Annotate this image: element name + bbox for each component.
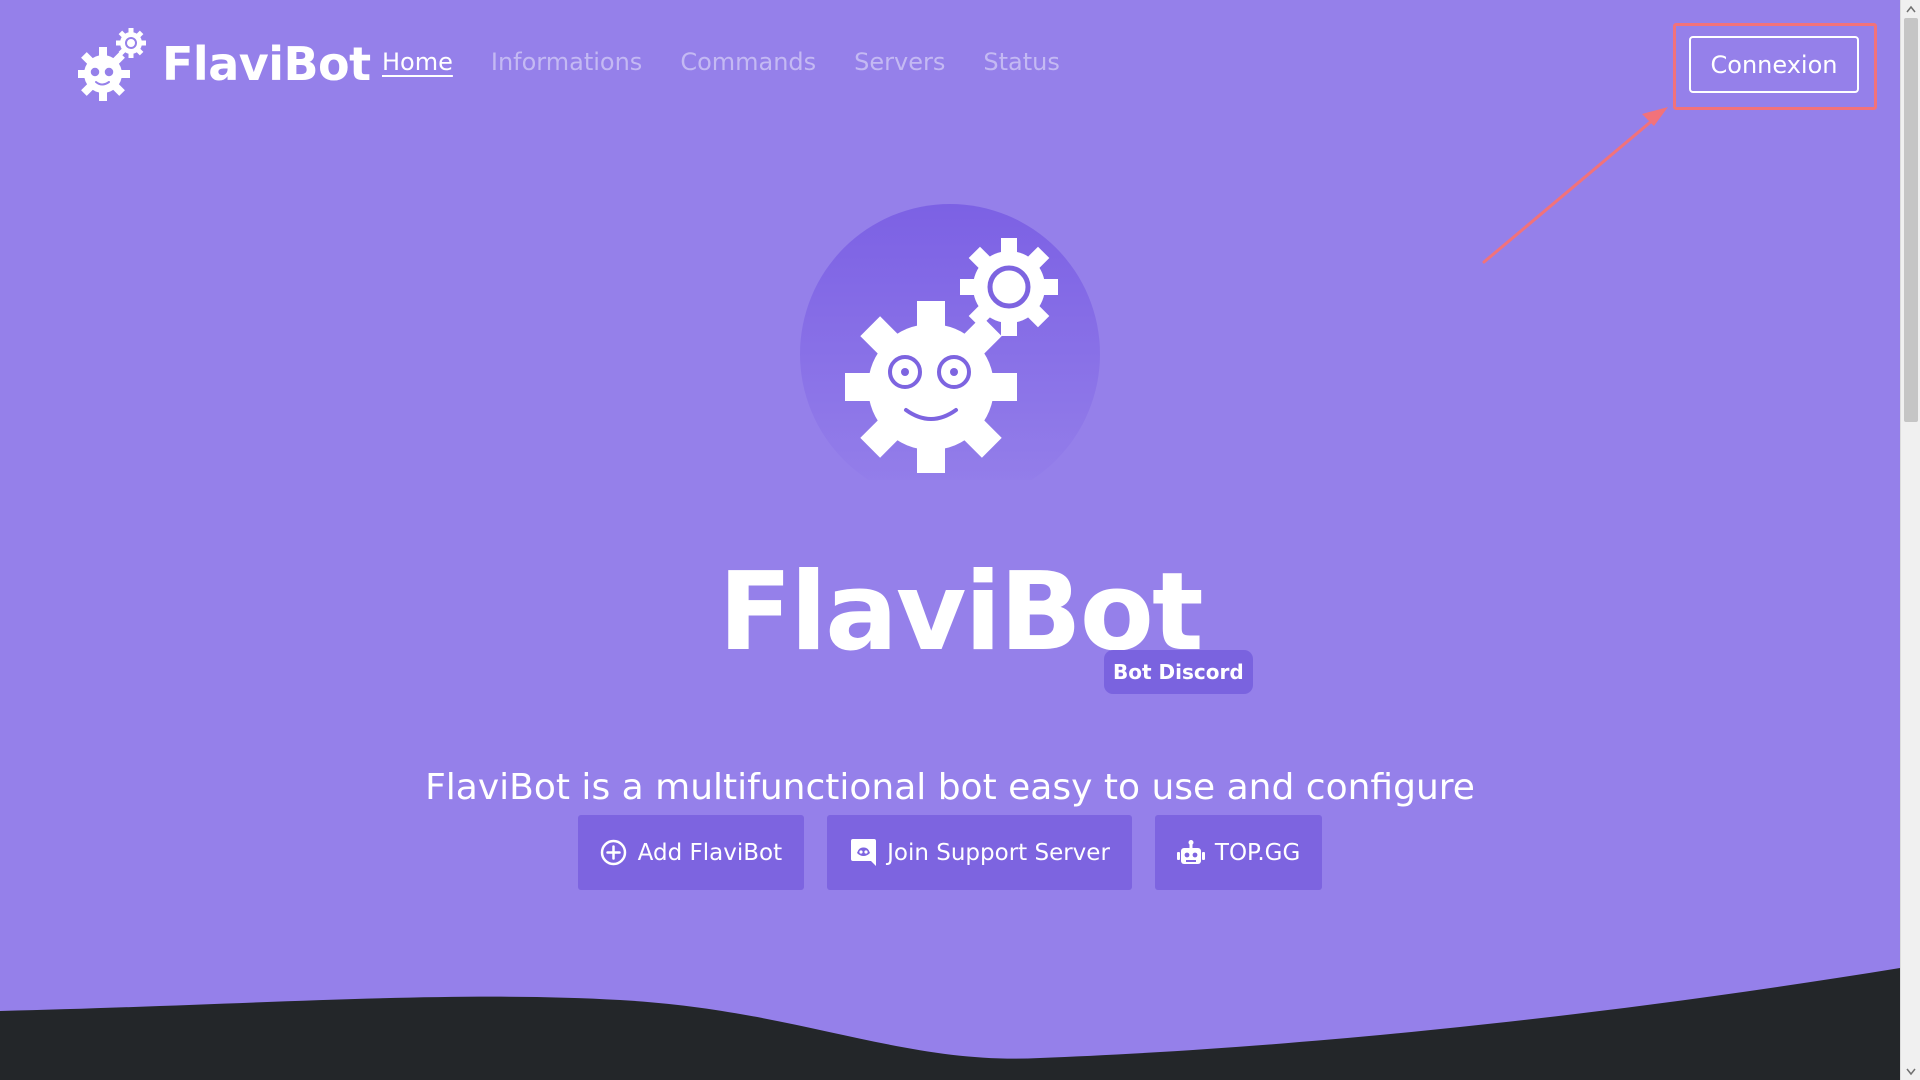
scrollbar-thumb[interactable] [1904, 18, 1918, 422]
nav-link-commands[interactable]: Commands [680, 48, 816, 76]
hero-badge: Bot Discord [1104, 650, 1253, 694]
homepage: FlaviBot Home Informations Commands Serv… [0, 0, 1920, 1080]
robot-icon [1176, 839, 1205, 867]
topgg-label: TOP.GG [1214, 839, 1301, 866]
hero-heading: FlaviBot Bot Discord [700, 548, 1253, 698]
hero-tagline: FlaviBot is a multifunctional bot easy t… [425, 767, 1475, 808]
hero-gear-robot-illustration [800, 204, 1100, 480]
login-button[interactable]: Connexion [1689, 36, 1859, 93]
main-nav: Home Informations Commands Servers Statu… [382, 48, 1060, 76]
brand-link[interactable]: FlaviBot [78, 26, 371, 102]
add-flavibot-button[interactable]: Add FlaviBot [577, 815, 805, 890]
nav-link-informations[interactable]: Informations [491, 48, 642, 76]
nav-link-status[interactable]: Status [983, 48, 1059, 76]
brand-name: FlaviBot [162, 37, 371, 91]
annotation-arrow-icon [1482, 107, 1668, 264]
join-support-server-label: Join Support Server [887, 839, 1110, 866]
footer-wave [0, 968, 1900, 1080]
join-support-server-button[interactable]: Join Support Server [827, 815, 1132, 890]
discord-icon [849, 839, 877, 867]
plus-circle-icon [600, 839, 628, 867]
nav-link-servers[interactable]: Servers [854, 48, 945, 76]
topgg-button[interactable]: TOP.GG [1154, 815, 1323, 890]
scroll-up-icon[interactable] [1901, 0, 1920, 17]
add-flavibot-label: Add FlaviBot [637, 839, 783, 866]
gear-robot-icon [78, 28, 146, 101]
scroll-down-icon[interactable] [1901, 1063, 1920, 1080]
nav-link-home[interactable]: Home [382, 48, 453, 76]
vertical-scrollbar[interactable] [1900, 0, 1920, 1080]
cta-buttons: Add FlaviBot Join Support Server TOP.GG [0, 815, 1900, 890]
